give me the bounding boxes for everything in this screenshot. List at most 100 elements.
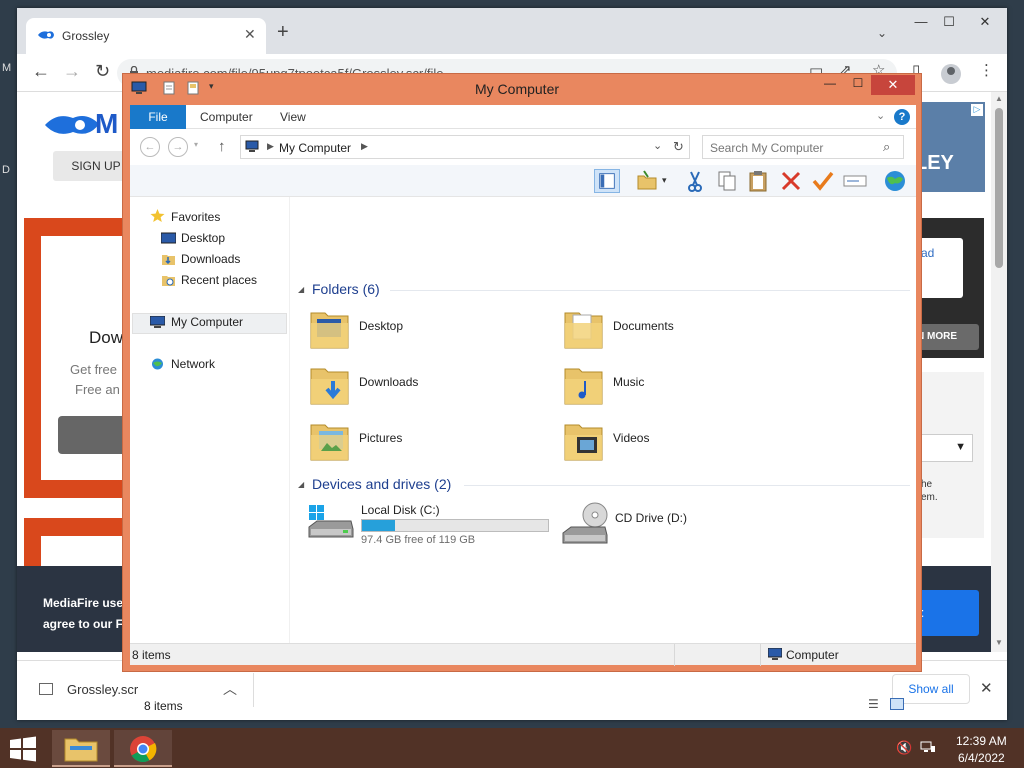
folder-item[interactable]: Pictures [307, 417, 527, 469]
scroll-up-icon[interactable]: ▲ [995, 94, 1003, 103]
tab-view[interactable]: View [280, 110, 306, 124]
chevron-down-icon: ▼ [955, 441, 966, 453]
breadcrumb-separator-icon[interactable]: ▶ [267, 141, 274, 152]
computer-icon[interactable] [131, 81, 147, 95]
chevron-down-icon[interactable]: ▾ [662, 175, 667, 186]
explorer-minimize-button[interactable]: — [817, 76, 843, 94]
download-filename[interactable]: Grossley.scr [67, 682, 138, 697]
folder-name: Documents [613, 319, 674, 333]
ribbon: File Computer View ⌄ ? [130, 105, 916, 129]
download-shelf-close-icon[interactable]: ✕ [980, 679, 993, 697]
browser-close-button[interactable]: ✕ [965, 12, 1005, 34]
nav-my-computer[interactable]: My Computer [171, 315, 243, 329]
help-icon[interactable]: ? [894, 109, 910, 125]
properties-icon[interactable] [163, 81, 175, 95]
paste-icon[interactable] [746, 169, 772, 193]
folder-item[interactable]: Videos [561, 417, 781, 469]
reload-icon[interactable]: ↻ [95, 62, 110, 80]
rename-icon[interactable] [842, 169, 868, 193]
new-tab-button[interactable]: + [277, 22, 289, 42]
drive-usage-fill [362, 520, 396, 531]
drive-free-space: 97.4 GB free of 119 GB [361, 534, 476, 546]
nav-downloads[interactable]: Downloads [181, 252, 240, 266]
browser-tab[interactable]: Grossley ✕ [26, 18, 266, 54]
clock-date[interactable]: 6/4/2022 [958, 751, 1005, 765]
network-globe-icon[interactable] [882, 169, 908, 193]
taskbar-chrome[interactable] [114, 730, 172, 767]
profile-avatar-icon[interactable] [941, 64, 961, 84]
explorer-address-bar[interactable]: ▶ My Computer ▶ ⌄ ↻ [240, 135, 690, 159]
breadcrumb-separator-icon[interactable]: ▶ [361, 141, 368, 152]
taskbar-file-explorer[interactable] [52, 730, 110, 767]
collapse-group-icon[interactable]: ◢ [298, 480, 304, 489]
clock-time[interactable]: 12:39 AM [956, 734, 1007, 748]
explorer-maximize-button[interactable]: ☐ [845, 76, 871, 94]
chrome-icon [130, 736, 157, 763]
back-button[interactable]: ← [140, 137, 160, 157]
local-disk-icon [308, 505, 354, 538]
computer-icon [245, 140, 259, 152]
nav-network[interactable]: Network [171, 357, 215, 371]
address-row: ← → ▾ ↑ ▶ My Computer ▶ ⌄ ↻ Search My Co… [130, 129, 916, 165]
nav-recent-places[interactable]: Recent places [181, 273, 257, 287]
search-input[interactable]: Search My Computer ⌕ [702, 135, 904, 159]
tab-search-chevron-icon[interactable]: ⌄ [877, 26, 887, 40]
checkmark-icon[interactable] [810, 169, 836, 193]
refresh-icon[interactable]: ↻ [673, 139, 684, 155]
scroll-down-icon[interactable]: ▼ [995, 638, 1003, 647]
up-arrow-icon[interactable]: ↑ [218, 138, 226, 155]
mediafire-logo-text: M [95, 108, 118, 139]
drive-name: Local Disk (C:) [361, 503, 440, 517]
tab-close-icon[interactable]: ✕ [244, 26, 256, 43]
search-icon[interactable]: ⌕ [883, 139, 890, 155]
ad-choices-icon[interactable]: ▷ [971, 104, 983, 116]
customize-toolbar-chevron-icon[interactable]: ▾ [209, 81, 221, 95]
browser-maximize-button[interactable]: ☐ [935, 12, 963, 34]
breadcrumb[interactable]: My Computer [279, 141, 351, 155]
expand-ribbon-chevron-icon[interactable]: ⌄ [876, 109, 885, 122]
large-icons-view-icon[interactable] [890, 698, 904, 710]
scrollbar-thumb[interactable] [995, 108, 1003, 268]
browser-minimize-button[interactable]: — [907, 12, 935, 34]
recent-places-icon [162, 276, 175, 286]
tab-computer[interactable]: Computer [200, 110, 253, 124]
promo-card-text: ad [921, 246, 935, 260]
browser-menu-icon[interactable]: ⋮ [979, 63, 994, 79]
preview-pane-icon[interactable] [594, 169, 620, 193]
collapse-group-icon[interactable]: ◢ [298, 285, 304, 294]
folder-item[interactable]: Music [561, 361, 781, 413]
folders-group-header[interactable]: Folders (6) [312, 281, 380, 297]
download-card-line: Get free [70, 362, 117, 377]
nav-favorites[interactable]: Favorites [171, 210, 220, 224]
address-dropdown-chevron-icon[interactable]: ⌄ [653, 139, 662, 152]
drives-group-header[interactable]: Devices and drives (2) [312, 476, 451, 492]
open-folder-icon[interactable] [634, 169, 660, 193]
cd-drive-icon [562, 502, 608, 544]
network-tray-icon[interactable] [920, 740, 936, 754]
cookie-text: MediaFire use [43, 596, 124, 610]
recent-locations-chevron-icon[interactable]: ▾ [194, 140, 198, 149]
folder-item[interactable]: Desktop [307, 305, 527, 357]
folder-item[interactable]: Downloads [307, 361, 527, 413]
drive-name: CD Drive (D:) [615, 511, 687, 525]
forward-arrow-icon[interactable]: → [63, 62, 81, 80]
drive-item[interactable]: CD Drive (D:) [561, 501, 761, 549]
details-view-icon[interactable]: ☰ [868, 697, 879, 711]
forward-button[interactable]: → [168, 137, 188, 157]
tab-file[interactable]: File [130, 105, 186, 129]
windows-start-icon[interactable] [8, 736, 38, 762]
copy-icon[interactable] [714, 169, 740, 193]
volume-muted-icon[interactable]: 🔇 [896, 740, 912, 756]
cut-icon[interactable] [682, 169, 708, 193]
network-icon [152, 358, 163, 370]
explorer-close-button[interactable]: ✕ [871, 75, 915, 95]
folder-name: Pictures [359, 431, 403, 445]
new-folder-icon[interactable] [187, 81, 199, 95]
delete-icon[interactable] [778, 169, 804, 193]
nav-desktop[interactable]: Desktop [181, 231, 225, 245]
back-arrow-icon[interactable]: ← [32, 62, 50, 80]
page-scrollbar[interactable]: ▲ ▼ [991, 92, 1007, 652]
chevron-up-icon[interactable]: ︿ [223, 679, 237, 699]
drive-item[interactable]: Local Disk (C:) 97.4 GB free of 119 GB [307, 497, 557, 546]
folder-item[interactable]: Documents [561, 305, 781, 357]
